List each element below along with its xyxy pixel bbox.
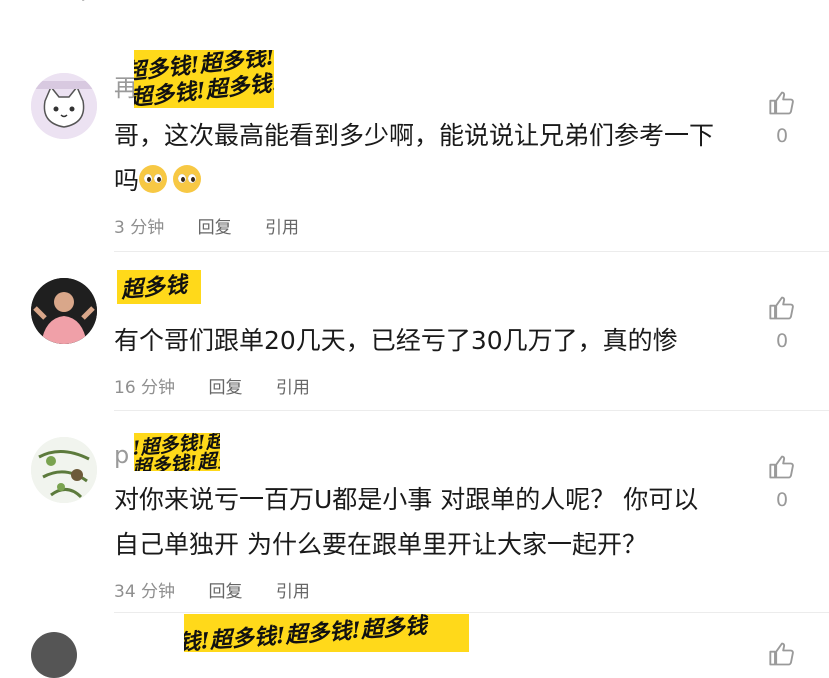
sticker-overlay: 超多钱!超多钱!超多钱!超 超多钱!超多钱!超多钱!超 bbox=[134, 50, 274, 108]
like-button[interactable]: 0 bbox=[766, 294, 798, 352]
comment-meta: 34 分钟 回复 引用 bbox=[114, 577, 338, 602]
comment-text: 有个哥们跟单20几天，已经亏了30几万了，真的惨 bbox=[114, 326, 678, 355]
timestamp: 3 分钟 bbox=[114, 218, 165, 238]
avatar[interactable] bbox=[31, 632, 77, 678]
sticker-overlay: 超多钱 bbox=[117, 270, 201, 304]
username[interactable]: p bbox=[114, 440, 129, 470]
pleading-face-emoji-icon bbox=[173, 165, 202, 193]
avatar[interactable] bbox=[31, 437, 97, 503]
cut-glyph: · bbox=[80, 0, 87, 12]
thumbs-up-icon bbox=[769, 296, 794, 320]
comment-meta: 16 分钟 回复 引用 bbox=[114, 373, 338, 398]
like-button[interactable] bbox=[766, 640, 798, 668]
comment-text: 哥，这次最高能看到多少啊，能说说让兄弟们参考一下 吗 bbox=[114, 121, 715, 195]
like-count: 0 bbox=[775, 489, 789, 511]
avatar[interactable] bbox=[31, 278, 97, 344]
sticker-overlay: !超多钱!超多钱 !超多钱!超多钱 bbox=[134, 433, 220, 471]
like-count: 0 bbox=[775, 125, 789, 147]
reply-button[interactable]: 回复 bbox=[198, 218, 232, 238]
cat-avatar-icon bbox=[31, 73, 97, 139]
comment-text: 对你来说亏一百万U都是小事 对跟单的人呢？ 你可以 自己单独开 为什么要在跟单里… bbox=[114, 485, 699, 559]
sticker-overlay: 钱!超多钱!超多钱!超多钱 bbox=[184, 614, 469, 652]
quote-button[interactable]: 引用 bbox=[276, 378, 310, 398]
timestamp: 34 分钟 bbox=[114, 582, 176, 602]
divider bbox=[114, 410, 829, 411]
like-button[interactable]: 0 bbox=[766, 89, 798, 147]
reply-button[interactable]: 回复 bbox=[208, 582, 242, 602]
thumbs-up-icon bbox=[769, 91, 794, 115]
divider bbox=[114, 612, 829, 613]
nature-avatar-icon bbox=[31, 437, 97, 503]
reply-button[interactable]: 回复 bbox=[208, 378, 242, 398]
avatar[interactable] bbox=[31, 73, 97, 139]
like-button[interactable]: 0 bbox=[766, 453, 798, 511]
thumbs-up-icon bbox=[769, 455, 794, 479]
like-count: 0 bbox=[775, 330, 789, 352]
divider bbox=[114, 251, 829, 252]
timestamp: 16 分钟 bbox=[114, 378, 176, 398]
quote-button[interactable]: 引用 bbox=[265, 218, 299, 238]
thumbs-up-icon bbox=[769, 642, 794, 666]
quote-button[interactable]: 引用 bbox=[276, 582, 310, 602]
cut-glyph: ˙ ˙ bbox=[680, 0, 707, 12]
top-cutoff-strip: · ˙ ˙ ˙˙ bbox=[0, 0, 829, 22]
cut-glyph: ˙˙ bbox=[755, 0, 775, 12]
person-avatar-icon bbox=[31, 278, 97, 344]
pleading-face-emoji-icon bbox=[139, 165, 168, 193]
comment-meta: 3 分钟 回复 引用 bbox=[114, 213, 327, 238]
